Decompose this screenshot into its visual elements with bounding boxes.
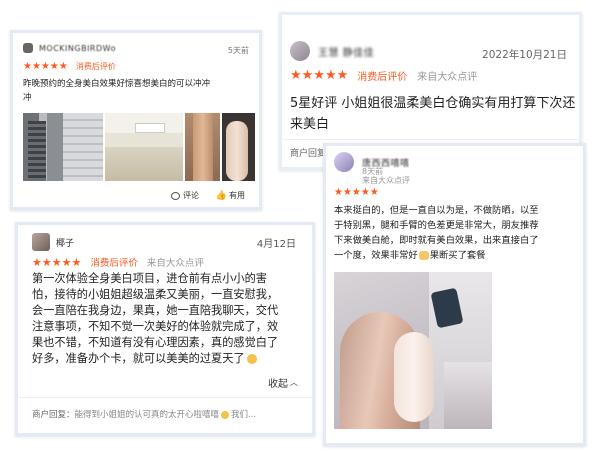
thumbs-up-icon: 👍 [215, 190, 227, 201]
useful-button[interactable]: 👍 有用 [216, 190, 245, 201]
chevron-up-icon: ︿ [290, 378, 298, 387]
review-source: 来自大众点评 [362, 176, 410, 185]
merchant-reply-label: 商户回复 [290, 149, 327, 159]
review-source: 来自大众点评 [146, 258, 204, 269]
comment-icon [171, 191, 180, 200]
thumbs-up-emoji-icon [418, 251, 429, 260]
review-photo-3[interactable] [185, 113, 220, 181]
review-text: 5星好评 小姐姐很温柔美白仓确实有用打算下次还 来美白 [290, 96, 576, 132]
review-photo-2[interactable] [105, 113, 183, 181]
smile-emoji-icon [246, 354, 257, 364]
review-time: 5天前 [227, 46, 249, 55]
avatar[interactable] [334, 152, 354, 172]
review-photo[interactable] [334, 272, 492, 429]
merchant-reply: 商户回复：能得到小姐姐的认可真的太开心啦嘻嘻 我们... [32, 410, 257, 420]
review-collage: MOCKINGBIRDWo 5天前 ★★★★★ 消费后评价 昨晚预约的全身美白效… [0, 0, 600, 453]
collapse-button[interactable]: 收起 ︿ [268, 375, 298, 390]
tag-after-purchase: 消费后评价 [357, 72, 408, 83]
rating-stars: ★★★★★ [32, 255, 82, 269]
rating-stars: ★★★★★ [23, 61, 68, 72]
comment-button[interactable]: 评论 [171, 190, 199, 201]
review-photo-4[interactable] [222, 113, 255, 181]
avatar[interactable] [32, 233, 50, 251]
username[interactable]: 椰子 [56, 236, 74, 249]
rating-stars: ★★★★★ [290, 68, 349, 83]
review-source: 来自大众点评 [417, 72, 478, 83]
review-card-4: 唐西西嘻嘻 8天前 来自大众点评 ★★★★★ 本来挺白的，但是一直自以为是，不做… [323, 143, 586, 446]
review-card-3: 椰子 4月12日 ★★★★★ 消费后评价 来自大众点评 第一次体验全身美白项目，… [15, 222, 315, 436]
tag-after-purchase: 消费后评价 [90, 258, 138, 269]
review-text: 本来挺白的，但是一直自以为是，不做防晒，以至 于特别黑，腿和手臂的色差更是非常大… [334, 205, 539, 261]
review-text: 昨晚预约的全身美白效果好惊喜想美白的可以冲冲 冲 [23, 79, 211, 103]
username[interactable]: MOCKINGBIRDWo [39, 44, 116, 53]
tag-after-purchase: 消费后评价 [75, 62, 116, 71]
avatar[interactable] [290, 41, 310, 61]
username[interactable]: 王慧 静佳佳 [318, 44, 374, 59]
review-date: 4月12日 [256, 239, 296, 250]
grin-emoji-icon [221, 410, 230, 419]
avatar[interactable] [23, 43, 33, 53]
review-photo-1[interactable] [23, 113, 103, 181]
review-text: 第一次体验全身美白项目，进仓前有点小小的害 怕，接待的小姐姐超级温柔又美丽，一直… [32, 272, 279, 365]
rating-stars: ★★★★★ [334, 187, 379, 198]
review-date: 2022年10月21日 [482, 49, 567, 61]
review-card-1: MOCKINGBIRDWo 5天前 ★★★★★ 消费后评价 昨晚预约的全身美白效… [10, 30, 262, 210]
